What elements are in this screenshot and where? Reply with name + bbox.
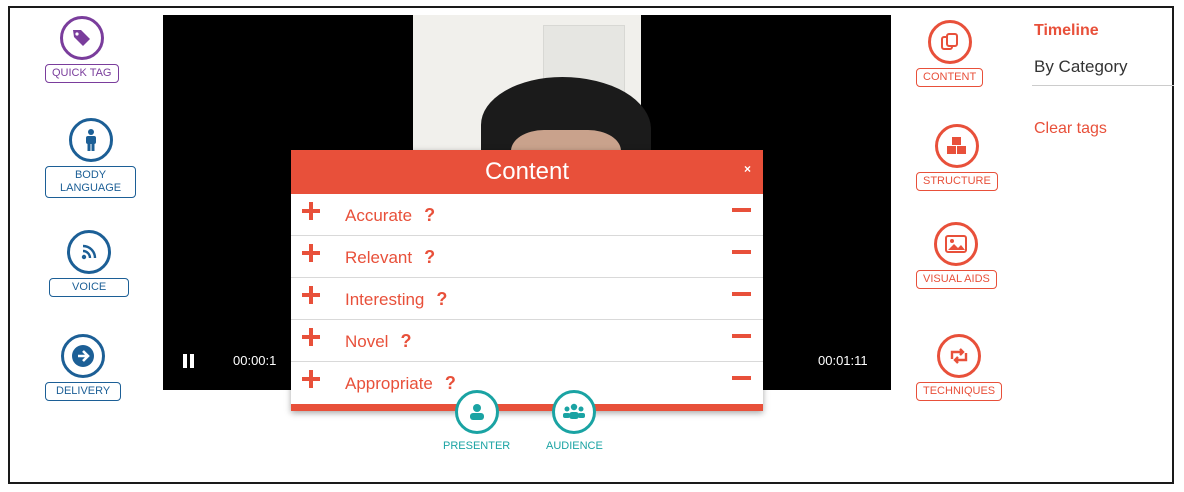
retweet-icon xyxy=(937,334,982,378)
help-icon[interactable]: ? xyxy=(424,247,435,267)
modal-title: Content xyxy=(484,158,570,185)
by-category-link[interactable]: By Category xyxy=(1034,57,1128,77)
voice-label: VOICE xyxy=(49,278,130,297)
minus-icon[interactable] xyxy=(732,376,751,380)
cubes-icon xyxy=(934,124,979,168)
content-item-relevant: Relevant? xyxy=(291,236,763,278)
help-icon[interactable]: ? xyxy=(400,331,411,351)
body-language-label-text: BODY LANGUAGE xyxy=(60,169,122,194)
item-label: Interesting xyxy=(345,290,425,309)
content-item-accurate: Accurate? xyxy=(291,194,763,236)
minus-icon[interactable] xyxy=(732,208,751,212)
quick-tag-label: QUICK TAG xyxy=(45,64,119,83)
voice-tool[interactable]: VOICE xyxy=(49,230,130,297)
person-icon xyxy=(68,118,113,162)
techniques-label: TECHNIQUES xyxy=(916,382,1003,401)
content-item-novel: Novel? xyxy=(291,320,763,362)
plus-icon[interactable] xyxy=(302,244,320,262)
content-item-appropriate: Appropriate? xyxy=(291,362,763,404)
delivery-label: DELIVERY xyxy=(45,382,122,401)
delivery-tool[interactable]: DELIVERY xyxy=(45,334,122,401)
plus-icon[interactable] xyxy=(302,370,320,388)
item-label: Accurate xyxy=(345,206,413,225)
content-copy-icon xyxy=(927,20,972,64)
minus-icon[interactable] xyxy=(732,250,751,254)
item-label: Appropriate xyxy=(345,374,433,393)
presenter-label: PRESENTER xyxy=(443,440,511,452)
structure-label: STRUCTURE xyxy=(916,172,998,191)
body-language-tool[interactable]: BODY LANGUAGE xyxy=(45,118,137,198)
plus-icon[interactable] xyxy=(302,328,320,346)
content-label: CONTENT xyxy=(916,68,984,87)
presenter-icon xyxy=(454,390,499,434)
content-item-interesting: Interesting? xyxy=(291,278,763,320)
body-language-label: BODY LANGUAGE xyxy=(45,166,137,198)
arrow-right-icon xyxy=(61,334,106,378)
content-modal: Content × Accurate? Relevant? Interestin… xyxy=(291,150,763,411)
total-time: 00:01:11 xyxy=(818,353,868,368)
audience-icon xyxy=(552,390,597,434)
tag-icon xyxy=(59,16,104,60)
item-label: Relevant xyxy=(345,248,413,267)
visual-aids-label: VISUAL AIDS xyxy=(916,270,997,289)
minus-icon[interactable] xyxy=(732,292,751,296)
modal-footer-bar xyxy=(291,404,763,411)
item-label: Novel xyxy=(345,332,389,351)
structure-tool[interactable]: STRUCTURE xyxy=(916,124,998,191)
help-icon[interactable]: ? xyxy=(445,373,456,393)
modal-header: Content × xyxy=(291,150,763,194)
help-icon[interactable]: ? xyxy=(424,205,435,225)
help-icon[interactable]: ? xyxy=(436,289,447,309)
plus-icon[interactable] xyxy=(302,202,320,220)
current-time: 00:00:1 xyxy=(233,353,277,368)
techniques-tool[interactable]: TECHNIQUES xyxy=(916,334,1003,401)
content-tool[interactable]: CONTENT xyxy=(916,20,984,87)
pause-icon[interactable] xyxy=(183,354,195,368)
voice-wave-icon xyxy=(67,230,112,274)
visual-aids-tool[interactable]: VISUAL AIDS xyxy=(916,222,997,289)
quick-tag-tool[interactable]: QUICK TAG xyxy=(45,16,119,83)
presenter-tool[interactable]: PRESENTER xyxy=(443,390,511,452)
minus-icon[interactable] xyxy=(732,334,751,338)
plus-icon[interactable] xyxy=(302,286,320,304)
audience-tool[interactable]: AUDIENCE xyxy=(546,390,603,452)
sidebar-divider xyxy=(1032,85,1174,86)
image-icon xyxy=(934,222,979,266)
clear-tags-button[interactable]: Clear tags xyxy=(1034,120,1107,138)
close-icon[interactable]: × xyxy=(744,162,751,176)
timeline-link[interactable]: Timeline xyxy=(1034,22,1099,40)
audience-label: AUDIENCE xyxy=(546,440,603,452)
